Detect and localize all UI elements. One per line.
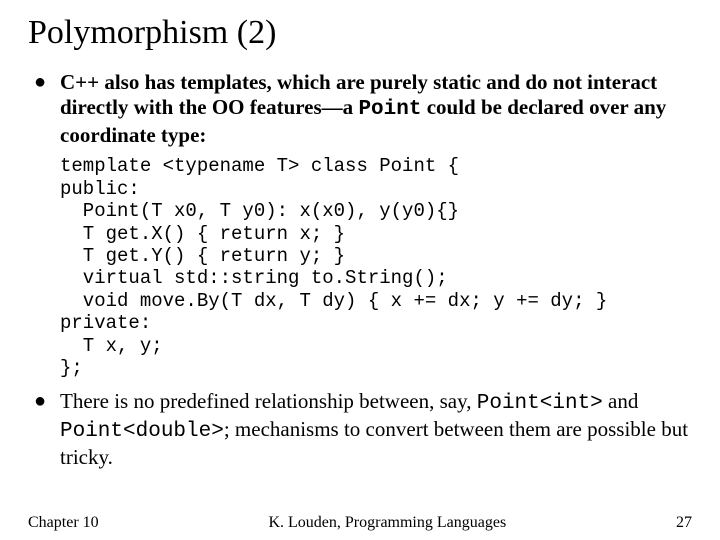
footer-right: 27	[676, 514, 692, 532]
page-title: Polymorphism (2)	[28, 14, 692, 52]
bullet-icon: ●	[34, 389, 60, 413]
bullet-item: ● C++ also has templates, which are pure…	[28, 70, 692, 147]
slide-body: ● C++ also has templates, which are pure…	[28, 70, 692, 470]
slide: Polymorphism (2) ● C++ also has template…	[0, 0, 720, 540]
bullet-text: There is no predefined relationship betw…	[60, 389, 692, 469]
code-block: template <typename T> class Point { publ…	[60, 155, 692, 379]
bullet-text: C++ also has templates, which are purely…	[60, 70, 692, 147]
bullet-item: ● There is no predefined relationship be…	[28, 389, 692, 469]
footer-left: Chapter 10	[28, 514, 99, 532]
footer: Chapter 10 K. Louden, Programming Langua…	[28, 514, 692, 532]
footer-center: K. Louden, Programming Languages	[268, 514, 506, 532]
bullet-icon: ●	[34, 70, 60, 94]
